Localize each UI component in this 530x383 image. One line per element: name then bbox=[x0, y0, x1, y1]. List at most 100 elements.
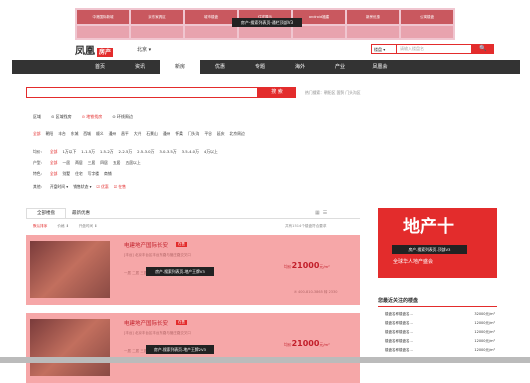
grid-view-icon[interactable]: ▦ bbox=[315, 210, 323, 216]
filter-option[interactable]: 1万以下 bbox=[62, 149, 76, 155]
filter-option[interactable]: 东城 bbox=[71, 131, 79, 137]
filter-option[interactable]: 别墅 bbox=[62, 171, 70, 177]
listing-item[interactable]: 电建地产国际长安 在售 [丰台] 北京丰台区丰台东路与管庄路交叉口 一居 二居 … bbox=[26, 235, 360, 305]
tab-all-listings[interactable]: 全部楼盘 bbox=[26, 208, 66, 218]
tab-subway-search[interactable]: ⊙ 地铁找房 bbox=[82, 114, 103, 120]
listing-photo[interactable] bbox=[30, 319, 110, 376]
filter-option[interactable]: 通州 bbox=[109, 131, 117, 137]
nav-item-news[interactable]: 资讯 bbox=[120, 60, 160, 74]
filter-option[interactable]: 1-1.5万 bbox=[81, 149, 95, 155]
filter-option[interactable]: 全部 bbox=[50, 149, 58, 155]
recent-listing-row[interactable]: 楼盘名称楼盘名... 12000元/m² bbox=[385, 330, 495, 335]
ad-thumb[interactable] bbox=[239, 26, 291, 38]
nav-item-industry[interactable]: 产业 bbox=[320, 60, 360, 74]
sort-price[interactable]: 价格 ⬇ bbox=[57, 224, 68, 229]
nav-item-deals[interactable]: 优惠 bbox=[200, 60, 240, 74]
filter-option[interactable]: 两居 bbox=[75, 160, 83, 166]
recent-listing-name[interactable]: 楼盘名称楼盘名... bbox=[385, 312, 413, 317]
ad-thumb[interactable] bbox=[401, 26, 453, 38]
feature-filter-row: 特色: 全部 别墅 住宅 写字楼 商铺 bbox=[33, 171, 112, 177]
price-value: 21000 bbox=[291, 261, 320, 270]
tab-latest-deals[interactable]: 最新优惠 bbox=[72, 210, 90, 216]
ad-thumb[interactable]: 新房优惠 bbox=[347, 10, 399, 24]
ad-thumb[interactable]: 城市楼盘 bbox=[185, 10, 237, 24]
tab-region-search[interactable]: ⊙ 区域找房 bbox=[51, 114, 72, 120]
filter-option[interactable]: 西城 bbox=[83, 131, 91, 137]
filter-option[interactable]: 商铺 bbox=[104, 171, 112, 177]
ad-thumb[interactable]: 公寓楼盘 bbox=[401, 10, 453, 24]
filter-option[interactable]: 顺义 bbox=[96, 131, 104, 137]
filter-option[interactable]: 全部 bbox=[50, 171, 58, 177]
sort-open-time[interactable]: 开盘时间 ⬇ bbox=[79, 224, 98, 229]
view-toggle[interactable]: ▦☰ bbox=[315, 210, 330, 216]
filter-option[interactable]: 丰台 bbox=[58, 131, 66, 137]
nav-item-topics[interactable]: 专题 bbox=[240, 60, 280, 74]
hot-searches[interactable]: 热门搜索：朝阳区 国贸 门头沟区 bbox=[305, 90, 361, 96]
listing-name[interactable]: 电建地产国际长安 bbox=[124, 319, 168, 327]
filter-option[interactable]: 三居 bbox=[88, 160, 96, 166]
ad-thumb[interactable]: 中港国际新城 bbox=[77, 10, 129, 24]
list-view-icon[interactable]: ☰ bbox=[323, 210, 330, 216]
filter-option[interactable]: 四居 bbox=[100, 160, 108, 166]
filter-option[interactable]: 1.5-2万 bbox=[100, 149, 114, 155]
ad-thumb[interactable] bbox=[185, 26, 237, 38]
recent-listing-name[interactable]: 楼盘名称楼盘名... bbox=[385, 330, 413, 335]
filter-option[interactable]: 延庆 bbox=[217, 131, 225, 137]
listing-name[interactable]: 电建地产国际长安 bbox=[124, 241, 168, 249]
site-logo[interactable]: 凤凰 房产 bbox=[75, 42, 114, 57]
filter-option[interactable]: 全部 bbox=[50, 160, 58, 166]
open-time-dropdown[interactable]: 开盘时间 ▾ bbox=[50, 184, 68, 190]
filter-option[interactable]: 4万以上 bbox=[204, 149, 218, 155]
filter-option[interactable]: 石景山 bbox=[146, 131, 157, 137]
browser-scrollbar[interactable] bbox=[0, 357, 530, 363]
on-sale-checkbox[interactable]: ☑ 在售 bbox=[114, 184, 126, 190]
ad-thumb[interactable]: 京东家具区 bbox=[131, 10, 183, 24]
nav-item-home[interactable]: 首页 bbox=[80, 60, 120, 74]
nav-item-club[interactable]: 凤凰会 bbox=[360, 60, 400, 74]
search-type-select[interactable]: 楼盘 ▾ bbox=[371, 44, 397, 54]
main-search-button[interactable]: 搜 索 bbox=[258, 87, 296, 98]
filter-option[interactable]: 平谷 bbox=[204, 131, 212, 137]
recent-listing-row[interactable]: 楼盘名称楼盘名... 12000元/m² bbox=[385, 348, 495, 353]
filter-option[interactable]: 通州 bbox=[163, 131, 171, 137]
recent-listing-name[interactable]: 楼盘名称楼盘名... bbox=[385, 321, 413, 326]
filter-option[interactable]: 一居 bbox=[62, 160, 70, 166]
filter-option[interactable]: 住宅 bbox=[75, 171, 83, 177]
main-search-input[interactable] bbox=[26, 87, 258, 98]
nav-item-new-homes[interactable]: 新房 bbox=[160, 60, 200, 74]
filter-option[interactable]: 2.5-3.0万 bbox=[137, 149, 154, 155]
ad-thumb[interactable] bbox=[293, 26, 345, 38]
ad-thumb[interactable] bbox=[347, 26, 399, 38]
recent-listing-name[interactable]: 楼盘名称楼盘名... bbox=[385, 339, 413, 344]
ad-thumb[interactable] bbox=[131, 26, 183, 38]
header-search-input[interactable]: 请输入楼盘名 bbox=[397, 44, 472, 54]
sale-status-dropdown[interactable]: 销售状态 ▾ bbox=[73, 184, 91, 190]
nav-item-overseas[interactable]: 海外 bbox=[280, 60, 320, 74]
filter-option[interactable]: 北京周边 bbox=[230, 131, 245, 137]
recent-listing-row[interactable]: 楼盘名称楼盘名... 12000元/m² bbox=[385, 339, 495, 344]
header-search-button[interactable]: 🔍 bbox=[472, 44, 494, 54]
filter-option[interactable]: 写字楼 bbox=[88, 171, 99, 177]
recent-listing-row[interactable]: 楼盘名称楼盘名... 32000元/m² bbox=[385, 312, 495, 317]
recent-listing-name[interactable]: 楼盘名称楼盘名... bbox=[385, 348, 413, 353]
listing-item[interactable]: 电建地产国际长安 在售 [丰台] 北京丰台区丰台东路与管庄路交叉口 一居 二居 … bbox=[26, 313, 360, 383]
sidebar-ad[interactable]: 地产十 房产-搜索列表页-顶部V3 全球华人地产盛会 bbox=[378, 208, 497, 278]
filter-option[interactable]: 3.0-3.5万 bbox=[159, 149, 176, 155]
tab-ring-search[interactable]: ⊙ 环线周边 bbox=[112, 114, 133, 120]
filter-option[interactable]: 怀柔 bbox=[175, 131, 183, 137]
filter-option[interactable]: 朝阳 bbox=[46, 131, 54, 137]
filter-option[interactable]: 五居以上 bbox=[125, 160, 140, 166]
filter-option[interactable]: 门头沟 bbox=[188, 131, 199, 137]
sort-default[interactable]: 默认排序 bbox=[33, 224, 47, 229]
filter-option[interactable]: 昌平 bbox=[121, 131, 129, 137]
recent-listing-row[interactable]: 楼盘名称楼盘名... 12000元/m² bbox=[385, 321, 495, 326]
filter-option[interactable]: 全部 bbox=[33, 131, 41, 137]
filter-option[interactable]: 2-2.5万 bbox=[119, 149, 133, 155]
listing-photo[interactable] bbox=[30, 241, 110, 298]
filter-option[interactable]: 大兴 bbox=[134, 131, 142, 137]
filter-option[interactable]: 五居 bbox=[113, 160, 121, 166]
ad-thumb[interactable] bbox=[77, 26, 129, 38]
filter-option[interactable]: 3.5-4.0万 bbox=[182, 149, 199, 155]
city-selector[interactable]: 北京 ▾ bbox=[137, 46, 151, 53]
discount-checkbox[interactable]: ☑ 优惠 bbox=[97, 184, 109, 190]
